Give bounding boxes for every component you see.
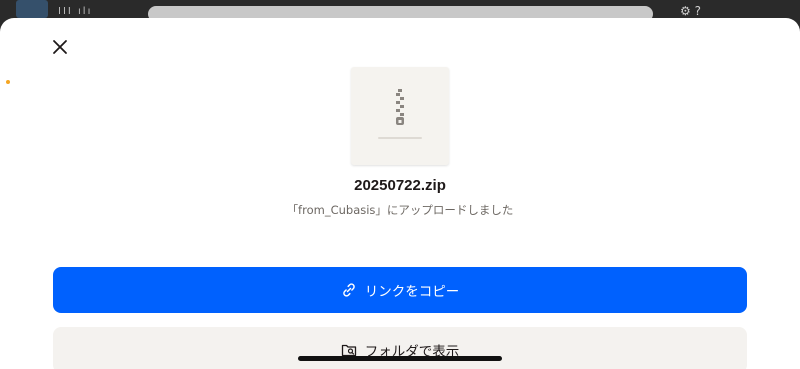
file-name: 20250722.zip — [354, 177, 446, 194]
thumbnail-base-line — [378, 137, 422, 139]
copy-link-button[interactable]: リンクをコピー — [53, 267, 747, 313]
toolbar-glyphs: III ılı — [58, 6, 93, 17]
zip-file-icon — [396, 89, 404, 125]
show-in-folder-button[interactable]: フォルダで表示 — [53, 327, 747, 369]
background-app-toolbar: III ılı ⚙ ? — [0, 0, 800, 22]
toolbar-right-glyphs: ⚙ ? — [680, 4, 701, 18]
home-toolbar-button — [16, 0, 48, 18]
share-sheet: 20250722.zip 「from_Cubasis」にアップロードしました リ… — [0, 18, 800, 369]
home-indicator[interactable] — [298, 356, 502, 361]
close-button[interactable] — [46, 33, 74, 61]
copy-link-label: リンクをコピー — [364, 284, 460, 300]
file-thumbnail — [351, 67, 449, 165]
close-icon — [53, 40, 67, 54]
upload-location-text: 「from_Cubasis」にアップロードしました — [286, 203, 514, 217]
link-icon — [342, 283, 355, 297]
indicator-dot — [6, 80, 10, 84]
